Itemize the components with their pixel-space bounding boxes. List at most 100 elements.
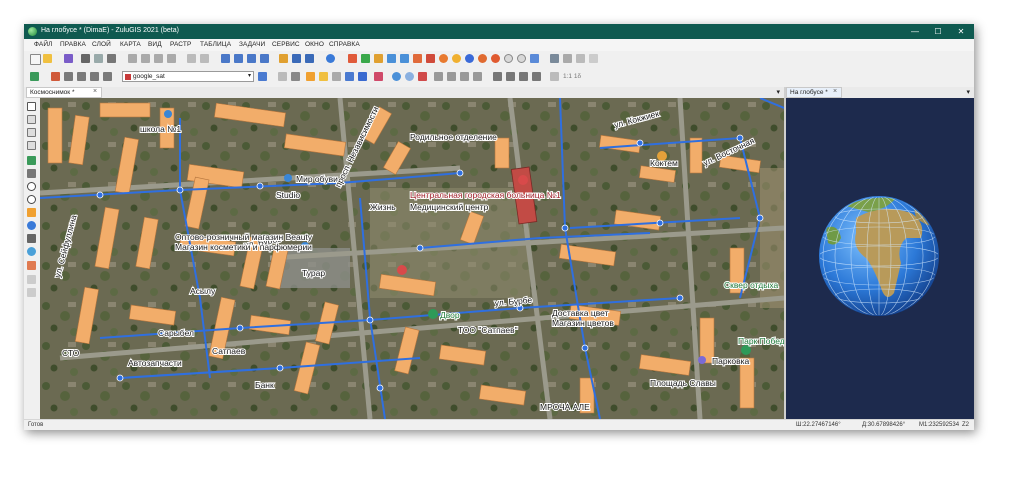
map-view-icon[interactable] xyxy=(90,72,99,81)
map-new-icon[interactable] xyxy=(51,72,60,81)
poi-park-icon[interactable] xyxy=(428,309,438,319)
pipe-node[interactable] xyxy=(256,182,264,190)
globe-view[interactable] xyxy=(786,98,974,419)
pipe-node[interactable] xyxy=(756,214,764,222)
menu-tasks[interactable]: ЗАДАЧИ xyxy=(239,41,265,48)
window-icon[interactable] xyxy=(247,54,256,63)
poi-parking-icon[interactable] xyxy=(698,356,706,364)
pipe-node[interactable] xyxy=(116,374,124,382)
menu-map[interactable]: КАРТА xyxy=(120,41,141,48)
flag-icon[interactable] xyxy=(27,275,36,284)
pipe-node[interactable] xyxy=(581,344,589,352)
copy-map-icon[interactable] xyxy=(434,72,443,81)
pipe-node[interactable] xyxy=(276,364,284,372)
menu-table[interactable]: ТАБЛИЦА xyxy=(200,41,231,48)
pipe-node[interactable] xyxy=(636,139,644,147)
pipe-node[interactable] xyxy=(456,169,464,177)
copy-icon[interactable] xyxy=(141,54,150,63)
menu-edit[interactable]: ПРАВКА xyxy=(60,41,86,48)
find-icon[interactable] xyxy=(345,72,354,81)
piezo-icon[interactable] xyxy=(576,54,585,63)
print-icon[interactable] xyxy=(81,54,90,63)
help-icon[interactable] xyxy=(326,54,335,63)
remove-point-icon[interactable] xyxy=(405,72,414,81)
map-props-icon[interactable] xyxy=(77,72,86,81)
query-icon[interactable] xyxy=(306,72,315,81)
poi-shop-icon[interactable] xyxy=(284,174,292,182)
ruler-icon[interactable] xyxy=(27,261,36,270)
pipe-node[interactable] xyxy=(236,324,244,332)
tile-a-icon[interactable] xyxy=(493,72,502,81)
select-icon[interactable] xyxy=(27,115,36,124)
binoculars-icon[interactable] xyxy=(27,234,36,243)
close-layer-icon[interactable] xyxy=(589,54,598,63)
h-mode-icon[interactable] xyxy=(517,54,526,63)
edit-icon[interactable] xyxy=(279,54,288,63)
valve-icon[interactable] xyxy=(400,54,409,63)
report-icon[interactable] xyxy=(292,54,301,63)
network-icon[interactable] xyxy=(348,54,357,63)
pipe-node[interactable] xyxy=(376,384,384,392)
layer-combo[interactable]: google_sat ▾ xyxy=(122,71,254,82)
pipe-node[interactable] xyxy=(366,316,374,324)
calc-run-icon[interactable] xyxy=(439,54,448,63)
menu-help[interactable]: СПРАВКА xyxy=(329,41,360,48)
close-icon[interactable]: × xyxy=(93,88,97,95)
adjust-icon[interactable] xyxy=(452,54,461,63)
add-point-icon[interactable] xyxy=(392,72,401,81)
redo-icon[interactable] xyxy=(200,54,209,63)
maximize-button[interactable]: ☐ xyxy=(927,24,949,39)
tab-globe[interactable]: На глобусе * × xyxy=(786,87,842,98)
satellite-map[interactable]: школа №1 Родильное отделение Центральная… xyxy=(40,98,784,419)
tab-satellite[interactable]: Космоснимок * × xyxy=(26,87,102,98)
menu-raster[interactable]: РАСТР xyxy=(170,41,191,48)
print-preview-icon[interactable] xyxy=(94,54,103,63)
select-object-icon[interactable] xyxy=(27,141,36,150)
scale-icon[interactable] xyxy=(550,72,559,81)
minimize-button[interactable]: — xyxy=(904,24,926,39)
pipe-node[interactable] xyxy=(676,294,684,302)
graph-icon[interactable] xyxy=(530,54,539,63)
cut-icon[interactable] xyxy=(128,54,137,63)
zoom-out-icon[interactable] xyxy=(27,195,36,204)
tab-menu-icon[interactable]: ▾ xyxy=(776,88,780,96)
menu-layer[interactable]: СЛОЙ xyxy=(92,41,111,48)
menu-service[interactable]: СЕРВИС xyxy=(272,41,300,48)
new-file-icon[interactable] xyxy=(30,54,41,65)
layers-icon[interactable] xyxy=(30,72,39,81)
tile-d-icon[interactable] xyxy=(532,72,541,81)
b-mode-icon[interactable] xyxy=(465,54,474,63)
delete-icon[interactable] xyxy=(167,54,176,63)
close-icon[interactable]: × xyxy=(833,88,837,95)
zoom-full-icon[interactable] xyxy=(27,156,36,165)
pipe-node[interactable] xyxy=(656,219,664,227)
pipe-node[interactable] xyxy=(416,244,424,252)
bookmark-icon[interactable] xyxy=(418,72,427,81)
route-icon[interactable] xyxy=(27,288,36,297)
theme-icon[interactable] xyxy=(332,72,341,81)
pipe-node[interactable] xyxy=(96,191,104,199)
s-mode-icon[interactable] xyxy=(478,54,487,63)
close-button[interactable]: ✕ xyxy=(950,24,972,39)
calc-icon[interactable] xyxy=(305,54,314,63)
import-map-icon[interactable] xyxy=(460,72,469,81)
undo-icon[interactable] xyxy=(187,54,196,63)
open-folder-icon[interactable] xyxy=(43,54,52,63)
menu-window[interactable]: ОКНО xyxy=(305,41,324,48)
filter-icon[interactable] xyxy=(319,72,328,81)
brush-icon[interactable] xyxy=(278,72,287,81)
geocode-icon[interactable] xyxy=(374,72,383,81)
pump-icon[interactable] xyxy=(426,54,435,63)
paste-icon[interactable] xyxy=(154,54,163,63)
pan-hand-icon[interactable] xyxy=(27,208,36,217)
pipe-node[interactable] xyxy=(561,224,569,232)
tile-b-icon[interactable] xyxy=(506,72,515,81)
zoom-extent-icon[interactable] xyxy=(27,169,36,178)
pen-icon[interactable] xyxy=(258,72,267,81)
consumer-icon[interactable] xyxy=(413,54,422,63)
pipe-node[interactable] xyxy=(176,186,184,194)
select-layer-icon[interactable] xyxy=(291,72,300,81)
poi-store-icon[interactable] xyxy=(397,265,407,275)
profile-icon[interactable] xyxy=(563,54,572,63)
measure-icon[interactable] xyxy=(27,247,36,256)
